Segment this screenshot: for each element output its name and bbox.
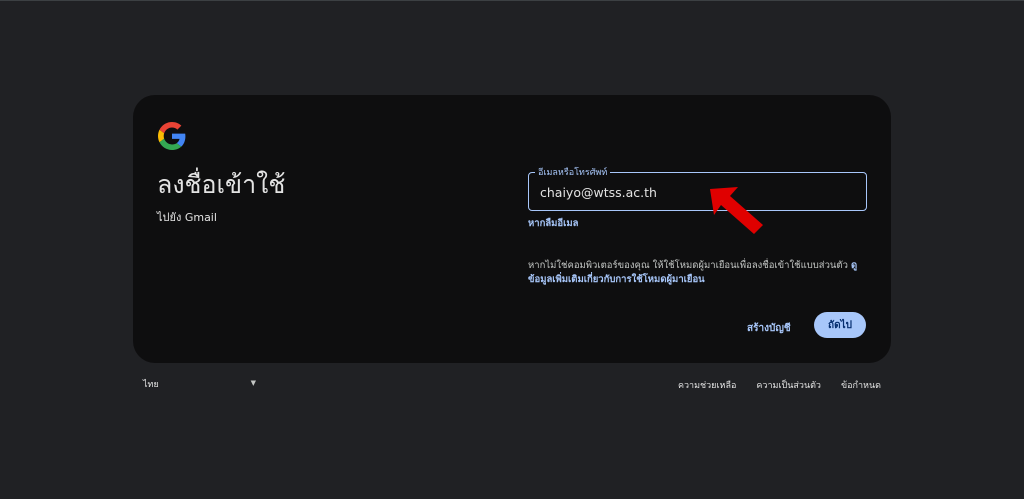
google-logo-icon [158,122,186,150]
page-subtitle: ไปยัง Gmail [157,211,217,224]
footer-links: ความช่วยเหลือ ความเป็นส่วนตัว ข้อกำหนด [678,378,881,392]
terms-link[interactable]: ข้อกำหนด [841,378,881,392]
email-field-label: อีเมลหรือโทรศัพท์ [535,165,611,179]
top-divider [0,0,1024,1]
privacy-link[interactable]: ความเป็นส่วนตัว [756,378,821,392]
help-link[interactable]: ความช่วยเหลือ [678,378,736,392]
page-title: ลงชื่อเข้าใช้ [157,170,286,199]
email-field[interactable]: อีเมลหรือโทรศัพท์ [528,165,867,211]
red-arrow-icon [710,187,763,234]
next-button[interactable]: ถัดไป [814,312,866,338]
forgot-email-link[interactable]: หากลืมอีเมล [528,216,578,231]
create-account-button[interactable]: สร้างบัญชี [741,317,797,340]
caret-down-icon: ▼ [250,379,256,387]
email-input[interactable] [538,181,842,203]
signin-card: ลงชื่อเข้าใช้ ไปยัง Gmail อีเมลหรือโทรศั… [133,95,891,363]
language-selector-value: ไทย [143,380,159,390]
language-selector[interactable]: ไทย ▼ [143,377,258,391]
guest-notice-text: หากไม่ใช่คอมพิวเตอร์ของคุณ ให้ใช้โหมดผู้… [528,260,851,271]
guest-mode-notice: หากไม่ใช่คอมพิวเตอร์ของคุณ ให้ใช้โหมดผู้… [528,259,868,287]
